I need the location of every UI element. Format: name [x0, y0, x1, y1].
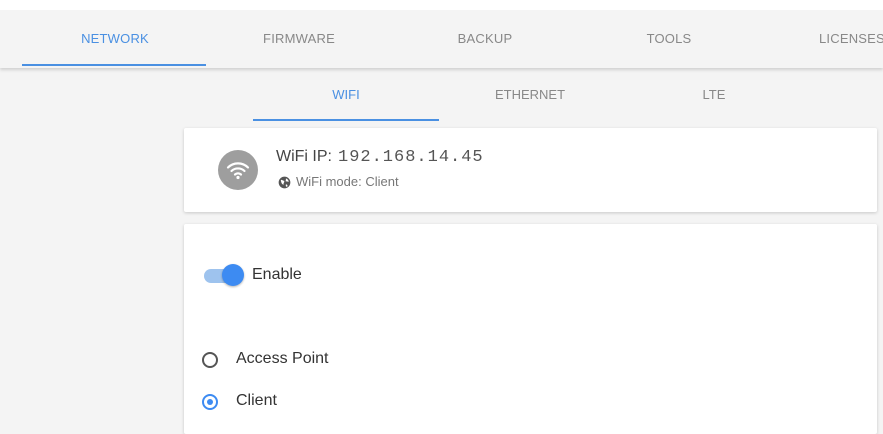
enable-toggle[interactable] — [204, 264, 244, 288]
tab-network[interactable]: NETWORK — [22, 10, 208, 67]
wifi-icon — [218, 150, 258, 190]
wifi-mode-text: WiFi mode: Client — [296, 174, 399, 189]
wifi-mode-line: WiFi mode: Client — [278, 174, 399, 192]
top-navigation: NETWORK FIRMWARE BACKUP TOOLS LICENSES — [0, 0, 883, 68]
wifi-status-card: WiFi IP: 192.168.14.45 WiFi mode: Client — [184, 128, 877, 212]
tab-licenses[interactable]: LICENSES — [757, 10, 883, 67]
toggle-knob — [222, 264, 244, 286]
subtab-ethernet[interactable]: ETHERNET — [437, 68, 623, 120]
subtab-lte[interactable]: LTE — [621, 68, 807, 120]
tab-firmware[interactable]: FIRMWARE — [206, 10, 392, 67]
radio-label-access-point: Access Point — [236, 350, 329, 367]
tab-backup[interactable]: BACKUP — [392, 10, 578, 67]
globe-icon — [278, 176, 291, 192]
active-tab-indicator — [22, 64, 206, 66]
radio-label-client: Client — [236, 392, 277, 409]
wifi-settings-card: Enable Access Point Client — [184, 224, 877, 434]
active-subtab-indicator — [253, 119, 439, 121]
enable-label: Enable — [252, 266, 302, 283]
wifi-ip-value: 192.168.14.45 — [338, 148, 484, 167]
tab-tools[interactable]: TOOLS — [576, 10, 762, 67]
sub-navigation: WIFI ETHERNET LTE — [0, 68, 883, 122]
wifi-ip-label: WiFi IP: — [276, 148, 332, 165]
radio-button-checked[interactable] — [202, 394, 218, 410]
wifi-ip-line: WiFi IP: 192.168.14.45 — [276, 148, 484, 167]
radio-button-unchecked[interactable] — [202, 352, 218, 368]
subtab-wifi[interactable]: WIFI — [253, 68, 439, 120]
